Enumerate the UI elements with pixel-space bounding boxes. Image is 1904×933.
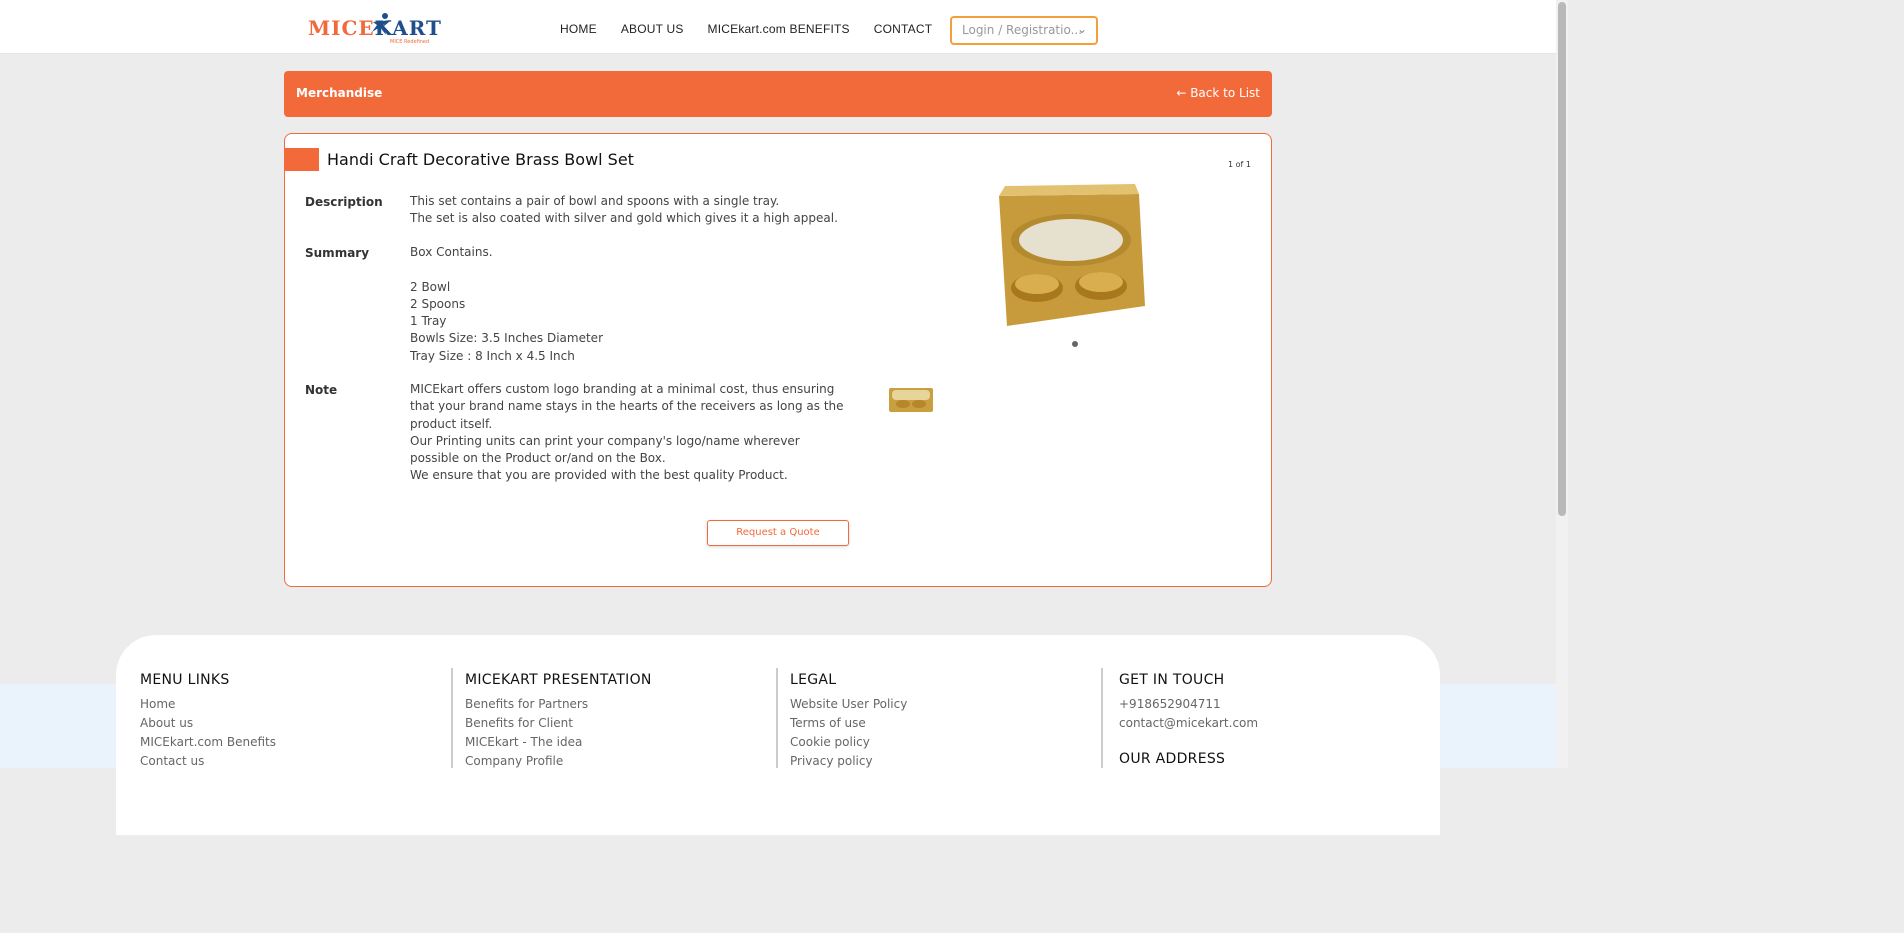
chevron-down-icon: ⌄ — [1076, 22, 1087, 36]
footer-link-user-policy[interactable]: Website User Policy — [790, 695, 907, 714]
summary-line: Tray Size : 8 Inch x 4.5 Inch — [410, 348, 575, 363]
arrow-left-icon: ← — [1176, 86, 1191, 100]
footer-email[interactable]: contact@micekart.com — [1119, 714, 1258, 733]
footer-column-menu-links: MENU LINKS Home About us MICEkart.com Be… — [140, 672, 276, 771]
product-thumbnail[interactable] — [887, 384, 935, 416]
note-text: MICEkart offers custom logo branding at … — [410, 381, 845, 485]
nav-about-us[interactable]: ABOUT US — [621, 22, 684, 36]
note-line: MICEkart offers custom logo branding at … — [410, 382, 844, 431]
back-to-list-link[interactable]: ← Back to List — [1176, 86, 1260, 100]
footer: MENU LINKS Home About us MICEkart.com Be… — [116, 635, 1440, 835]
logo-figure-icon — [372, 13, 391, 35]
request-quote-button[interactable]: Request a Quote — [707, 520, 849, 546]
image-counter: 1 of 1 — [1228, 160, 1251, 169]
title-accent-block — [285, 148, 319, 171]
footer-heading: MENU LINKS — [140, 672, 230, 688]
carousel-dot[interactable] — [1072, 341, 1078, 347]
summary-line: Bowls Size: 3.5 Inches Diameter — [410, 331, 603, 346]
category-bar: Merchandise ← Back to List — [284, 71, 1272, 117]
description-line: This set contains a pair of bowl and spo… — [410, 194, 780, 208]
note-label: Note — [305, 383, 338, 397]
nav-home[interactable]: HOME — [560, 22, 597, 36]
summary-line: Box Contains. — [410, 245, 493, 259]
footer-heading: GET IN TOUCH — [1119, 672, 1225, 688]
page-scrollbar[interactable] — [1556, 0, 1568, 768]
footer-heading-address: OUR ADDRESS — [1119, 751, 1226, 767]
main-nav: HOME ABOUT US MICEkart.com BENEFITS CONT… — [560, 22, 932, 36]
nav-benefits[interactable]: MICEkart.com BENEFITS — [708, 22, 850, 36]
back-to-list-label: Back to List — [1190, 86, 1260, 100]
product-detail-card: Handi Craft Decorative Brass Bowl Set 1 … — [284, 133, 1272, 587]
footer-link-benefits[interactable]: MICEkart.com Benefits — [140, 733, 276, 752]
micekart-logo[interactable]: MICEKART MICE Redefined — [308, 12, 448, 46]
summary-line: 1 Tray — [410, 314, 447, 329]
footer-link-the-idea[interactable]: MICEkart - The idea — [465, 733, 652, 752]
login-dropdown-label: Login / Registratio... — [962, 23, 1083, 37]
footer-column-presentation: MICEKART PRESENTATION Benefits for Partn… — [465, 672, 652, 771]
footer-heading: MICEKART PRESENTATION — [465, 672, 652, 688]
footer-link-terms[interactable]: Terms of use — [790, 714, 907, 733]
description-text: This set contains a pair of bowl and spo… — [410, 193, 850, 228]
description-line: The set is also coated with silver and g… — [410, 211, 838, 226]
footer-link-benefits-client[interactable]: Benefits for Client — [465, 714, 652, 733]
footer-column-contact: GET IN TOUCH +918652904711 contact@micek… — [1119, 672, 1258, 774]
footer-column-legal: LEGAL Website User Policy Terms of use C… — [790, 672, 907, 771]
footer-link-benefits-partners[interactable]: Benefits for Partners — [465, 695, 652, 714]
footer-divider — [451, 668, 453, 768]
footer-link-contact[interactable]: Contact us — [140, 752, 276, 771]
summary-line: 2 Bowl — [410, 279, 451, 294]
footer-divider — [776, 668, 778, 768]
summary-text: Box Contains. 2 Bowl 2 Spoons 1 Tray Bow… — [410, 244, 850, 365]
product-title: Handi Craft Decorative Brass Bowl Set — [327, 150, 634, 169]
nav-contact[interactable]: CONTACT — [874, 22, 933, 36]
footer-link-home[interactable]: Home — [140, 695, 276, 714]
footer-phone[interactable]: +918652904711 — [1119, 695, 1258, 714]
summary-label: Summary — [305, 246, 370, 260]
scrollbar-thumb[interactable] — [1558, 2, 1566, 516]
note-line: We ensure that you are provided with the… — [410, 468, 788, 483]
logo-tagline: MICE Redefined — [390, 39, 430, 45]
footer-link-about[interactable]: About us — [140, 714, 276, 733]
footer-link-cookie[interactable]: Cookie policy — [790, 733, 907, 752]
top-navbar: MICEKART MICE Redefined HOME ABOUT US MI… — [0, 0, 1556, 54]
footer-link-privacy[interactable]: Privacy policy — [790, 752, 907, 771]
login-registration-dropdown[interactable]: Login / Registratio... ⌄ — [950, 16, 1098, 45]
footer-divider — [1101, 668, 1103, 768]
footer-heading: LEGAL — [790, 672, 837, 688]
summary-line — [410, 261, 850, 278]
category-title: Merchandise — [296, 86, 383, 100]
footer-link-company-profile[interactable]: Company Profile — [465, 752, 652, 771]
note-line: Our Printing units can print your compan… — [410, 433, 800, 466]
summary-line: 2 Spoons — [410, 296, 466, 311]
product-main-image — [969, 156, 1177, 356]
description-label: Description — [305, 195, 383, 209]
